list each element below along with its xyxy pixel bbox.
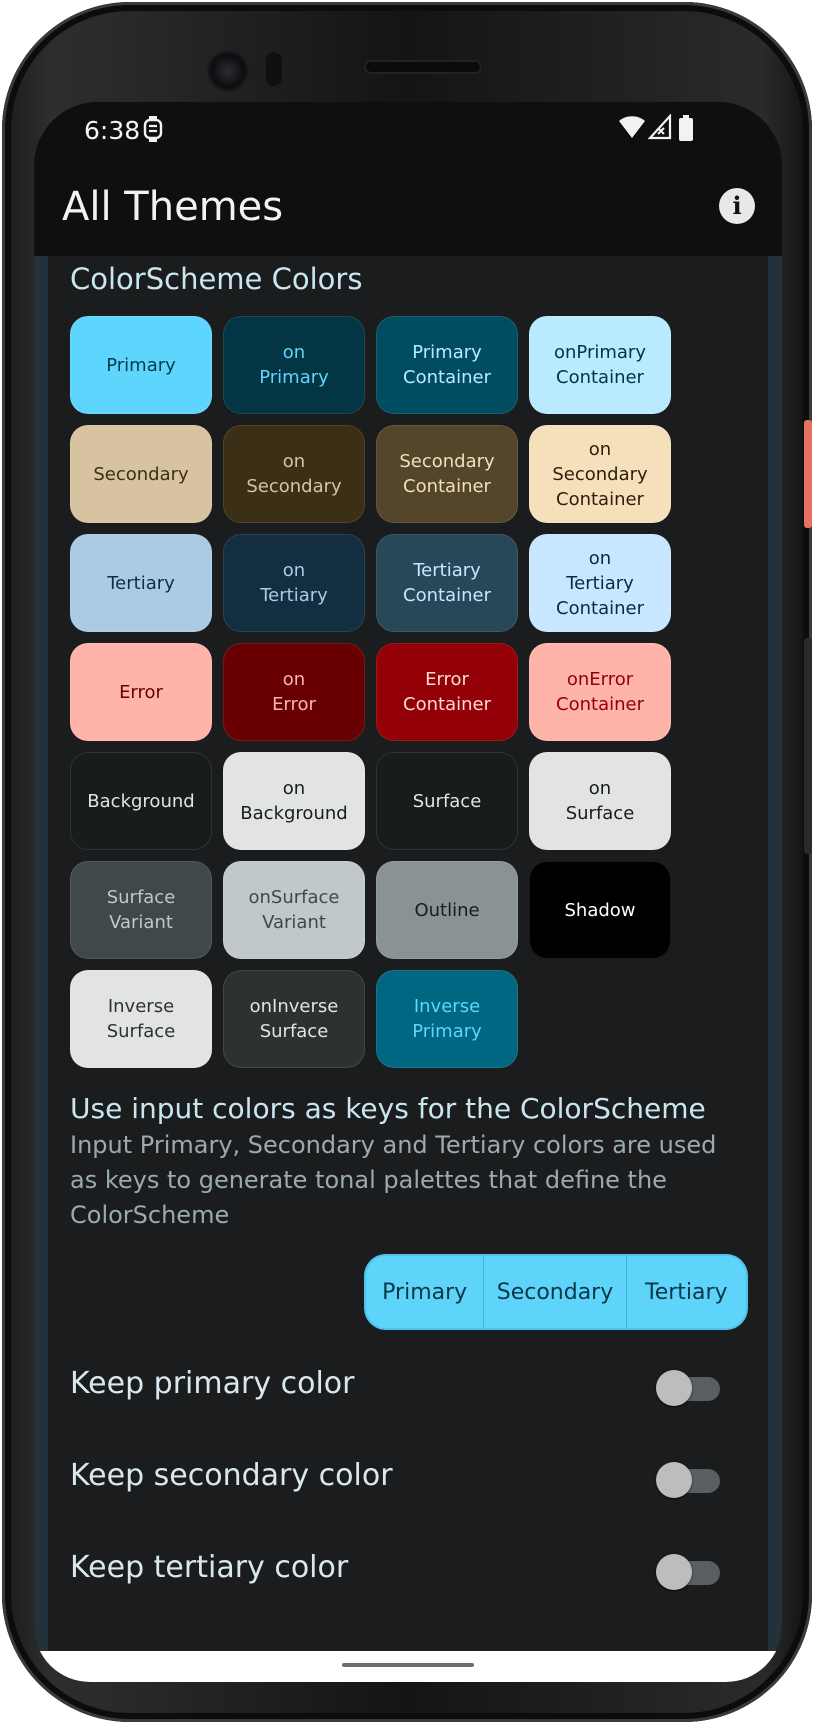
- segment-tertiary[interactable]: Tertiary: [627, 1256, 746, 1328]
- cell-signal-icon: [648, 114, 672, 140]
- color-chip-on-secondary: on Secondary: [223, 425, 365, 523]
- color-chip-on-surface: on Surface: [529, 752, 671, 850]
- wifi-icon: [619, 116, 645, 138]
- card-edge-right: [768, 256, 782, 1651]
- color-chip-inverse-surface: Inverse Surface: [70, 970, 212, 1068]
- keep-tertiary-switch[interactable]: [656, 1554, 720, 1590]
- keep-secondary-label: Keep secondary color: [70, 1458, 393, 1493]
- navigation-bar: [34, 1651, 782, 1682]
- color-chip-onprimary-container: onPrimary Container: [529, 316, 671, 414]
- power-button: [804, 420, 812, 528]
- color-chip-surface: Surface: [376, 752, 518, 850]
- keep-secondary-switch[interactable]: [656, 1462, 720, 1498]
- color-chip-on-primary: on Primary: [223, 316, 365, 414]
- color-chip-surface-variant: Surface Variant: [70, 861, 212, 959]
- color-chip-primary: Primary: [70, 316, 212, 414]
- app-bar: All Themes i: [34, 164, 782, 256]
- segment-primary[interactable]: Primary: [366, 1256, 485, 1328]
- color-chip-background: Background: [70, 752, 212, 850]
- segment-secondary[interactable]: Secondary: [484, 1256, 627, 1328]
- keep-primary-label: Keep primary color: [70, 1366, 355, 1401]
- card-edge-left: [34, 256, 48, 1651]
- key-color-toggle-group: Primary Secondary Tertiary: [366, 1256, 746, 1328]
- screen: 6:38 All Themes i ColorScheme Colors Pri…: [34, 102, 782, 1682]
- status-bar: 6:38: [34, 102, 782, 164]
- color-chip-inverse-primary: Inverse Primary: [376, 970, 518, 1068]
- color-chip-onerror-container: onError Container: [529, 643, 671, 741]
- front-camera: [207, 50, 249, 92]
- keep-primary-switch[interactable]: [656, 1370, 720, 1406]
- color-chip-secondary-container: Secondary Container: [376, 425, 518, 523]
- phone-frame: 6:38 All Themes i ColorScheme Colors Pri…: [2, 2, 812, 1722]
- color-chip-grid: Primary on Primary Primary Container onPrim…: [70, 316, 671, 1076]
- section-title: ColorScheme Colors: [70, 262, 363, 296]
- notification-icon: [143, 116, 163, 142]
- color-chip-onsurface-variant: onSurface Variant: [223, 861, 365, 959]
- main-content[interactable]: ColorScheme Colors Primary on Primary Prim…: [34, 256, 782, 1651]
- color-chip-error: Error: [70, 643, 212, 741]
- color-chip-on-tertiary: on Tertiary: [223, 534, 365, 632]
- color-chip-oninverse-surface: onInverse Surface: [223, 970, 365, 1068]
- color-chip-error-container: Error Container: [376, 643, 518, 741]
- keys-title: Use input colors as keys for the ColorSc…: [70, 1092, 706, 1125]
- keep-tertiary-label: Keep tertiary color: [70, 1550, 349, 1585]
- home-indicator[interactable]: [342, 1663, 474, 1667]
- color-chip-tertiary: Tertiary: [70, 534, 212, 632]
- color-chip-on-tertiary-container: on Tertiary Container: [529, 534, 671, 632]
- color-chip-on-background: on Background: [223, 752, 365, 850]
- app-title: All Themes: [62, 184, 284, 230]
- color-chip-on-secondary-container: on Secondary Container: [529, 425, 671, 523]
- status-time: 6:38: [84, 116, 141, 145]
- keys-description: Input Primary, Secondary and Tertiary co…: [70, 1131, 717, 1229]
- volume-button: [804, 638, 812, 854]
- color-chip-primary-container: Primary Container: [376, 316, 518, 414]
- color-chip-shadow: Shadow: [529, 861, 671, 959]
- color-chip-on-error: on Error: [223, 643, 365, 741]
- color-chip-outline: Outline: [376, 861, 518, 959]
- battery-icon: [679, 115, 693, 141]
- color-chip-secondary: Secondary: [70, 425, 212, 523]
- earpiece-speaker: [364, 60, 482, 74]
- proximity-sensor: [264, 50, 284, 88]
- info-icon[interactable]: i: [719, 188, 755, 224]
- color-chip-tertiary-container: Tertiary Container: [376, 534, 518, 632]
